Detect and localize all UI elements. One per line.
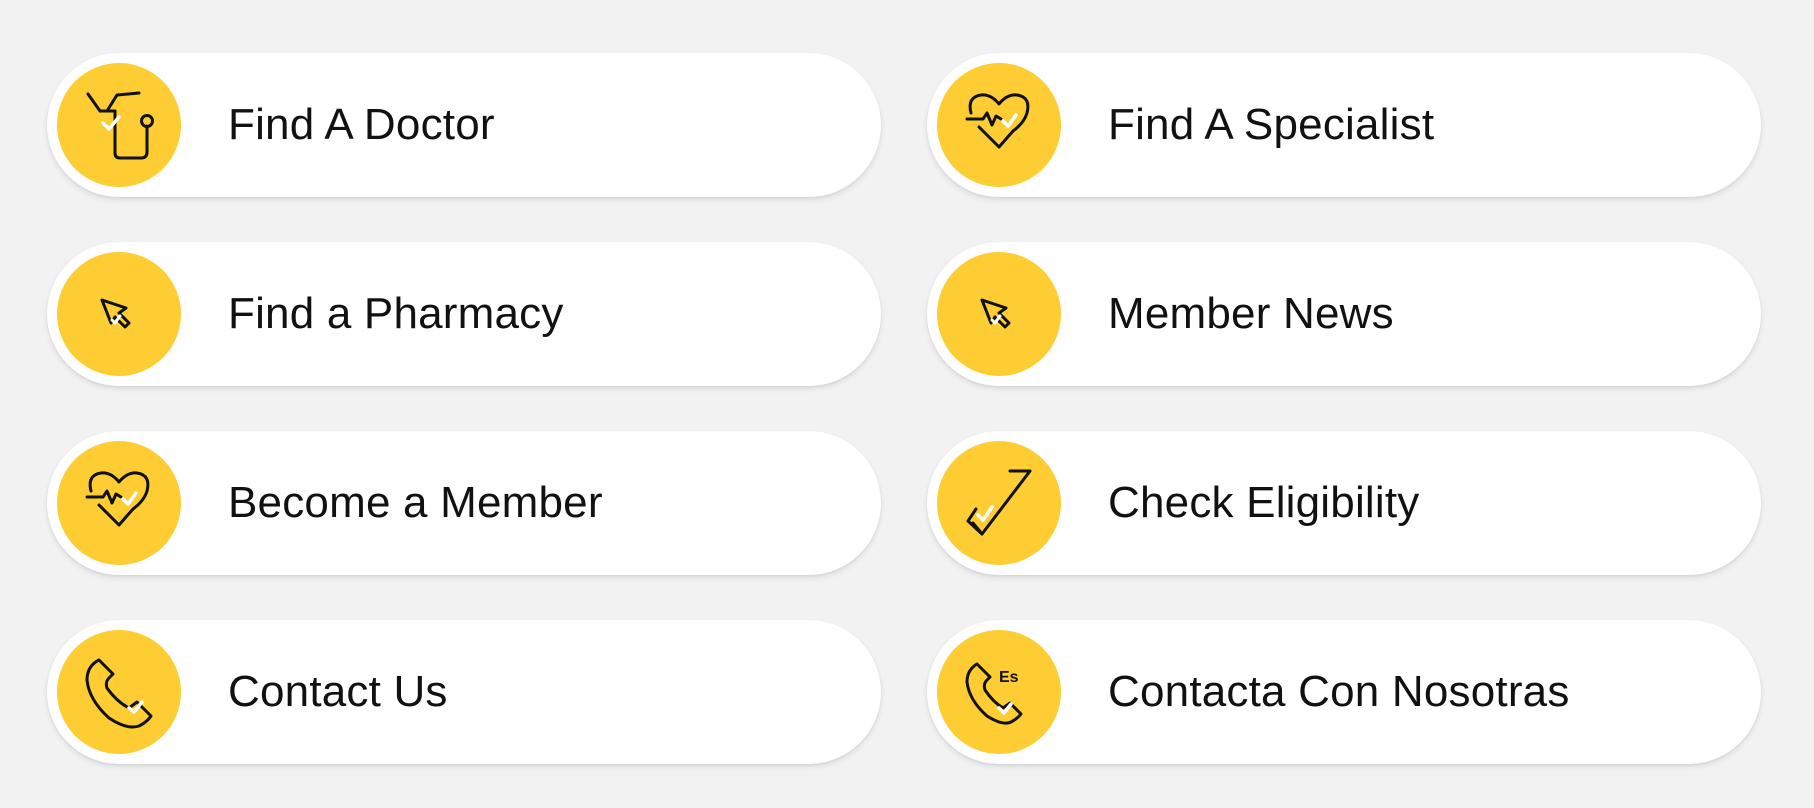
button-label: Find A Doctor (228, 100, 495, 149)
button-label: Member News (1108, 289, 1394, 338)
phone-spanish-icon: Es (937, 630, 1061, 754)
find-a-pharmacy-button[interactable]: Find a Pharmacy (47, 242, 881, 386)
find-a-doctor-button[interactable]: Find A Doctor (47, 53, 881, 197)
contact-us-button[interactable]: Contact Us (47, 620, 881, 764)
heartbeat-icon (937, 63, 1061, 187)
quick-links-grid: Find A Doctor Find A Specialist Find a P… (0, 0, 1814, 808)
member-news-button[interactable]: Member News (927, 242, 1761, 386)
button-label: Contacta Con Nosotras (1108, 667, 1570, 716)
check-eligibility-button[interactable]: Check Eligibility (927, 431, 1761, 575)
svg-text:Es: Es (999, 669, 1019, 686)
button-label: Check Eligibility (1108, 478, 1420, 527)
contacta-con-nosotras-button[interactable]: Es Contacta Con Nosotras (927, 620, 1761, 764)
button-label: Contact Us (228, 667, 448, 716)
button-label: Find a Pharmacy (228, 289, 564, 338)
find-a-specialist-button[interactable]: Find A Specialist (927, 53, 1761, 197)
phone-icon (57, 630, 181, 754)
heartbeat-icon (57, 441, 181, 565)
stethoscope-icon (57, 63, 181, 187)
become-a-member-button[interactable]: Become a Member (47, 431, 881, 575)
button-label: Become a Member (228, 478, 603, 527)
checkmark-icon (937, 441, 1061, 565)
cursor-pointer-icon (57, 252, 181, 376)
button-label: Find A Specialist (1108, 100, 1435, 149)
cursor-pointer-icon (937, 252, 1061, 376)
